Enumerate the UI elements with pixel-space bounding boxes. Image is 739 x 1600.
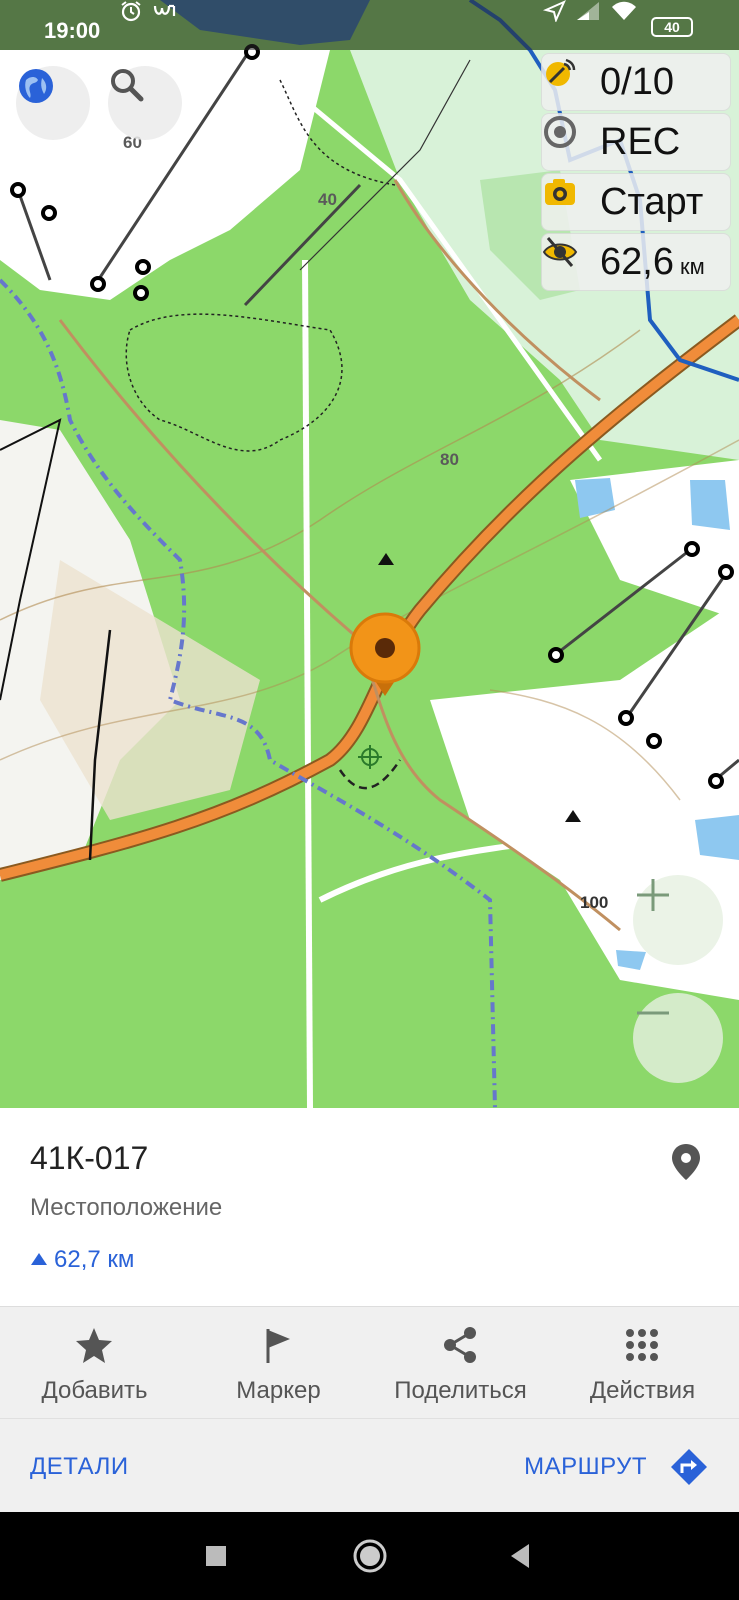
- location-arrow-icon: [542, 0, 566, 22]
- wifi-icon: [612, 1, 636, 20]
- contour-label-80: 80: [440, 450, 459, 469]
- camera-widget[interactable]: Старт: [541, 173, 731, 231]
- route-button[interactable]: МАРШРУТ: [524, 1453, 647, 1481]
- camera-label: Старт: [600, 180, 704, 223]
- actions-button[interactable]: Действия: [550, 1307, 735, 1419]
- actions-label: Действия: [589, 1377, 696, 1404]
- search-icon: [111, 69, 144, 102]
- search-button[interactable]: [108, 66, 182, 140]
- distance-value: 62,6: [600, 240, 674, 283]
- share-label: Поделиться: [394, 1377, 527, 1404]
- distance-unit: км: [679, 253, 705, 279]
- status-time: 19:00: [44, 18, 101, 43]
- back-button[interactable]: [496, 1532, 544, 1580]
- action-bar: Добавить Маркер Поделиться Действия: [0, 1306, 739, 1419]
- record-icon: [544, 116, 576, 148]
- add-label: Добавить: [41, 1377, 148, 1404]
- card-footer: ДЕТАЛИ МАРШРУТ: [0, 1418, 739, 1513]
- elevation-value: 62,7 км: [54, 1246, 135, 1273]
- details-button[interactable]: ДЕТАЛИ: [30, 1453, 129, 1481]
- home-button[interactable]: [346, 1532, 394, 1580]
- globe-button[interactable]: [16, 66, 90, 140]
- globe-icon: [19, 69, 53, 103]
- record-widget[interactable]: REC: [541, 113, 731, 171]
- contour-label-100: 100: [580, 893, 608, 912]
- add-button[interactable]: Добавить: [2, 1307, 187, 1419]
- recents-button[interactable]: [192, 1532, 240, 1580]
- plus-icon: [637, 879, 669, 911]
- battery-icon: 40: [651, 17, 693, 37]
- map-pin-icon[interactable]: [669, 1142, 703, 1182]
- location-card[interactable]: 41К-017 Местоположение 62,7 км: [0, 1108, 739, 1306]
- square-icon: [206, 1546, 226, 1566]
- star-icon: [76, 1328, 112, 1363]
- camera-icon: [545, 179, 575, 205]
- map-view[interactable]: 60 40 80 100 0/10 REC Старт 62,6 км 19:0…: [0, 0, 739, 1108]
- directions-icon[interactable]: [669, 1447, 709, 1487]
- waypoints-count: 0/10: [600, 60, 674, 103]
- location-pin-marker[interactable]: [349, 612, 421, 696]
- distance-widget[interactable]: 62,6 км: [541, 233, 731, 291]
- back-triangle-icon: [511, 1544, 529, 1568]
- waypoints-widget[interactable]: 0/10: [541, 53, 731, 111]
- eye-hidden-icon: [542, 237, 578, 267]
- battery-level: 40: [664, 19, 680, 35]
- minus-icon: [637, 1011, 669, 1015]
- vpn-key-icon: [153, 4, 176, 16]
- record-label: REC: [600, 120, 681, 163]
- system-nav-bar: [0, 1512, 739, 1600]
- crosshair-icon: [358, 745, 382, 769]
- zoom-in-button[interactable]: [633, 875, 723, 965]
- location-title: 41К-017: [30, 1140, 149, 1176]
- share-button[interactable]: Поделиться: [368, 1307, 553, 1419]
- zoom-out-button[interactable]: [633, 993, 723, 1083]
- status-bar: 19:00 40: [0, 0, 739, 50]
- grid-dots-icon: [626, 1329, 658, 1361]
- signal-icon: [577, 2, 599, 20]
- elevation-row: 62,7 км: [30, 1246, 134, 1274]
- location-subtitle: Местоположение: [30, 1194, 223, 1221]
- triangle-up-icon: [31, 1253, 47, 1265]
- home-circle-icon: [353, 1539, 387, 1573]
- contour-label-40: 40: [318, 190, 337, 209]
- marker-button[interactable]: Маркер: [186, 1307, 371, 1419]
- satellite-icon: [546, 58, 576, 86]
- flag-icon: [266, 1329, 290, 1363]
- share-icon: [444, 1327, 476, 1363]
- alarm-icon: [121, 1, 141, 22]
- marker-label: Маркер: [236, 1377, 321, 1404]
